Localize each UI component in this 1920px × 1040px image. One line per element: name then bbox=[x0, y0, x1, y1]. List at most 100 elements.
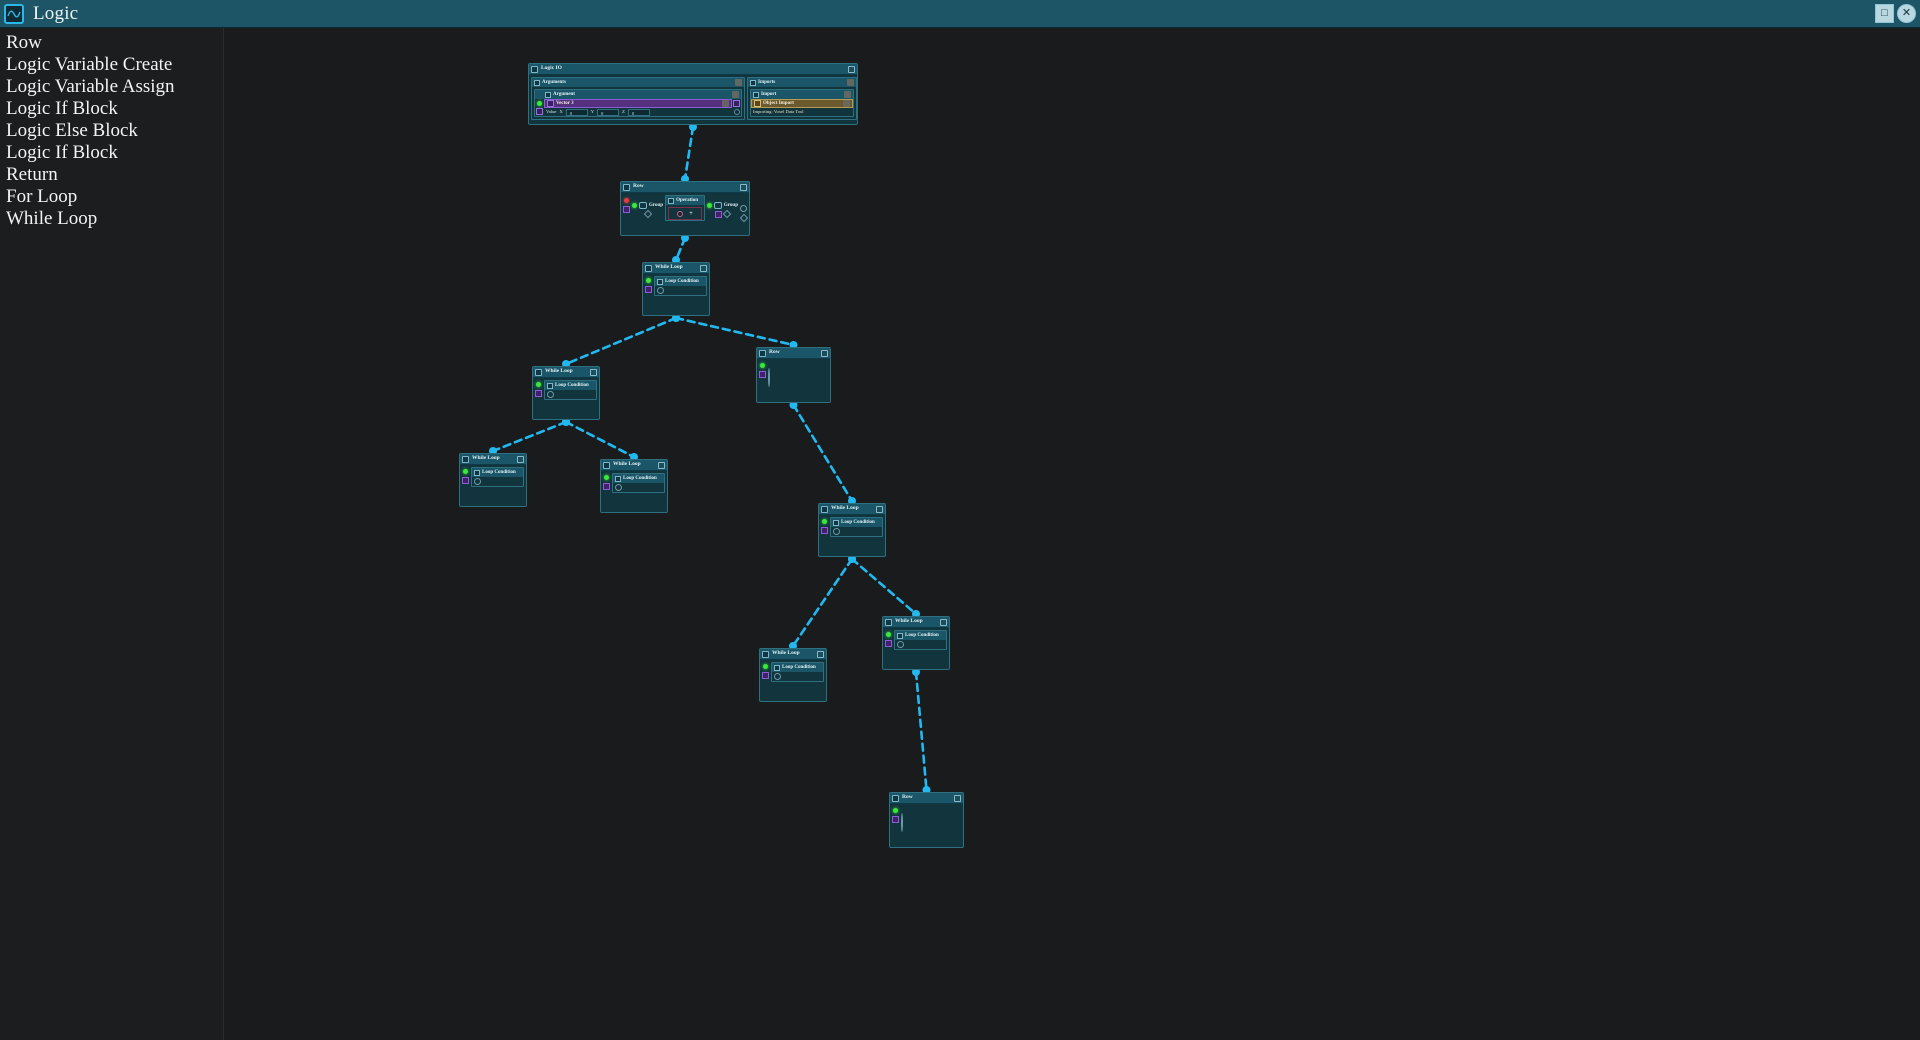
loop-condition-header[interactable]: Loop Condition bbox=[545, 381, 596, 390]
condition-slot-icon[interactable] bbox=[897, 641, 904, 648]
node-menu-button[interactable] bbox=[940, 618, 947, 626]
collapse-icon[interactable] bbox=[623, 183, 630, 191]
loop-condition-body[interactable] bbox=[613, 483, 664, 492]
node-header[interactable]: While Loop bbox=[760, 649, 826, 660]
node-while-loop[interactable]: While Loop Loop Condition bbox=[600, 459, 668, 513]
operation-expression[interactable]: + bbox=[668, 207, 702, 220]
lock-icon[interactable] bbox=[847, 79, 854, 86]
sidebar-item-row[interactable]: Row bbox=[2, 32, 223, 54]
loop-condition-body[interactable] bbox=[772, 672, 823, 681]
input-port[interactable] bbox=[706, 203, 712, 208]
node-menu-button[interactable] bbox=[700, 264, 707, 272]
node-while-loop[interactable]: While Loop Loop Condition bbox=[818, 503, 886, 557]
node-while-loop[interactable]: While Loop Loop Condition bbox=[642, 262, 710, 316]
collapse-icon[interactable] bbox=[534, 79, 540, 86]
collapse-icon[interactable] bbox=[547, 382, 553, 389]
output-port[interactable] bbox=[739, 213, 748, 223]
collapse-icon[interactable] bbox=[897, 632, 903, 639]
loop-condition-body[interactable] bbox=[472, 477, 523, 486]
lock-icon[interactable] bbox=[735, 79, 742, 86]
condition-slot-icon[interactable] bbox=[774, 673, 781, 680]
grid-icon[interactable] bbox=[535, 390, 542, 397]
add-slot-icon[interactable] bbox=[768, 368, 770, 387]
add-slot-icon[interactable] bbox=[901, 813, 903, 832]
operation-panel[interactable]: Operation + bbox=[665, 195, 705, 221]
loop-condition-body[interactable] bbox=[655, 286, 706, 295]
grid-icon[interactable] bbox=[645, 286, 652, 293]
group-right[interactable]: Group bbox=[706, 195, 738, 219]
collapse-icon[interactable] bbox=[474, 469, 480, 476]
loop-condition-body[interactable] bbox=[831, 527, 882, 536]
input-port[interactable] bbox=[632, 203, 637, 208]
collapse-icon[interactable] bbox=[892, 794, 899, 802]
node-row[interactable]: Row bbox=[889, 792, 964, 848]
input-port[interactable] bbox=[463, 469, 468, 474]
loop-condition-body[interactable] bbox=[895, 640, 946, 649]
node-header[interactable]: Logic IO bbox=[529, 64, 857, 75]
input-port[interactable] bbox=[893, 808, 898, 813]
group-left[interactable]: Group bbox=[632, 195, 663, 219]
field-input-y[interactable]: 0 bbox=[597, 108, 620, 116]
loop-condition-panel[interactable]: Loop Condition bbox=[544, 380, 597, 400]
collapse-icon[interactable] bbox=[668, 197, 675, 204]
collapse-icon[interactable] bbox=[759, 349, 766, 357]
condition-slot-icon[interactable] bbox=[657, 287, 664, 294]
node-header[interactable]: Row bbox=[621, 182, 749, 193]
node-menu-button[interactable] bbox=[817, 650, 824, 658]
node-menu-button[interactable] bbox=[740, 183, 747, 191]
loop-condition-panel[interactable]: Loop Condition bbox=[894, 630, 947, 650]
close-button[interactable]: ✕ bbox=[1897, 4, 1916, 23]
argument-header[interactable]: Argument bbox=[535, 90, 741, 99]
collapse-icon[interactable] bbox=[762, 650, 769, 658]
sidebar-item-logic-else-block[interactable]: Logic Else Block bbox=[2, 120, 223, 142]
import-header[interactable]: Import bbox=[751, 90, 853, 99]
collapse-icon[interactable] bbox=[615, 475, 621, 482]
import-item[interactable]: Import Object Import Importing: Voxel Da… bbox=[750, 89, 854, 117]
node-header[interactable]: While Loop bbox=[819, 504, 885, 515]
settings-icon[interactable] bbox=[740, 205, 747, 212]
condition-slot-icon[interactable] bbox=[474, 478, 481, 485]
collapse-icon[interactable] bbox=[750, 79, 756, 86]
input-port[interactable] bbox=[822, 519, 827, 524]
variable-type-bar[interactable]: Vector 3 bbox=[544, 99, 732, 108]
collapse-icon[interactable] bbox=[545, 91, 551, 98]
collapse-icon[interactable] bbox=[833, 519, 839, 526]
operation-header[interactable]: Operation bbox=[666, 196, 704, 205]
input-port[interactable] bbox=[886, 632, 891, 637]
input-port[interactable] bbox=[536, 382, 541, 387]
grid-icon[interactable] bbox=[885, 640, 892, 647]
node-header[interactable]: While Loop bbox=[533, 367, 599, 378]
grid-icon[interactable] bbox=[536, 107, 543, 115]
node-menu-button[interactable] bbox=[658, 461, 665, 469]
loop-condition-header[interactable]: Loop Condition bbox=[613, 474, 664, 483]
sidebar-item-return[interactable]: Return bbox=[2, 164, 223, 186]
node-while-loop[interactable]: While Loop Loop Condition bbox=[882, 616, 950, 670]
input-port[interactable] bbox=[604, 475, 609, 480]
loop-condition-header[interactable]: Loop Condition bbox=[772, 663, 823, 672]
grid-icon[interactable] bbox=[892, 816, 899, 823]
sidebar-item-while-loop[interactable]: While Loop bbox=[2, 208, 223, 230]
group-expand-icon[interactable] bbox=[722, 209, 732, 219]
grid-icon[interactable] bbox=[821, 527, 828, 534]
sidebar-item-for-loop[interactable]: For Loop bbox=[2, 186, 223, 208]
node-row[interactable]: Row Group Operation + Group bbox=[620, 181, 750, 236]
sidebar-item-logic-if-block-2[interactable]: Logic If Block bbox=[2, 142, 223, 164]
loop-condition-panel[interactable]: Loop Condition bbox=[654, 276, 707, 296]
loop-condition-body[interactable] bbox=[545, 390, 596, 399]
loop-condition-header[interactable]: Loop Condition bbox=[895, 631, 946, 640]
condition-slot-icon[interactable] bbox=[833, 528, 840, 535]
collapse-icon[interactable] bbox=[821, 505, 828, 513]
node-menu-button[interactable] bbox=[821, 349, 828, 357]
arguments-panel[interactable]: Arguments Argument Vector 3 Value X 0 Y … bbox=[531, 77, 745, 120]
collapse-icon[interactable] bbox=[531, 65, 538, 73]
input-port[interactable] bbox=[760, 363, 765, 368]
node-while-loop[interactable]: While Loop Loop Condition bbox=[459, 453, 527, 507]
sidebar-item-logic-if-block[interactable]: Logic If Block bbox=[2, 98, 223, 120]
field-input-x[interactable]: 0 bbox=[565, 108, 588, 116]
node-header[interactable]: Row bbox=[757, 348, 830, 359]
collapse-icon[interactable] bbox=[885, 618, 892, 626]
node-header[interactable]: While Loop bbox=[601, 460, 667, 471]
lock-icon[interactable] bbox=[732, 91, 739, 98]
node-header[interactable]: While Loop bbox=[883, 617, 949, 628]
collapse-icon[interactable] bbox=[645, 264, 652, 272]
